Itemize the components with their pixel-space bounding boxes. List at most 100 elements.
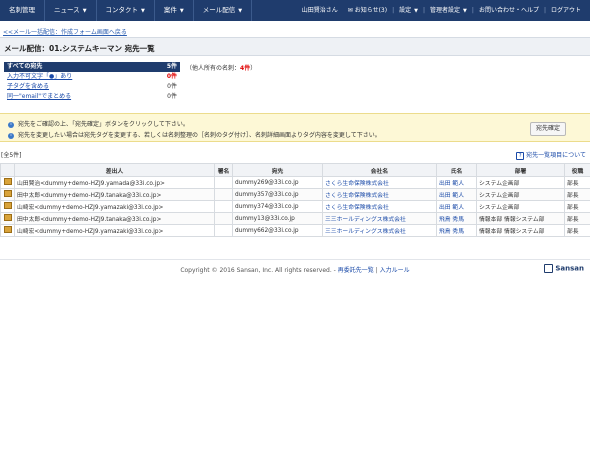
owned-note: （他人所有の名刺：4件）: [186, 63, 256, 72]
cell-icon: [0, 200, 15, 213]
nav-item-1[interactable]: ニュース ▼: [45, 0, 97, 21]
cell-company[interactable]: さくら生命保険株式会社: [322, 200, 437, 213]
filter-item[interactable]: 入力不可文字「●」あり 0件: [4, 72, 180, 82]
cell-sender: 田中太郎<dummy+demo-HZJ9.tanaka@33i.co.jp>: [14, 212, 215, 225]
table-row: 田中太郎<dummy+demo-HZJ9.tanaka@33i.co.jp> du…: [0, 212, 590, 225]
header-title[interactable]: 役職: [564, 163, 590, 177]
cell-title: 部長: [564, 176, 590, 189]
copyright: Copyright © 2016 Sansan, Inc. All rights…: [180, 267, 336, 274]
nav-item-label: コンタクト: [105, 6, 139, 14]
chevron-down-icon: ▼: [179, 8, 184, 14]
owned-prefix: （他人所有の名刺：: [186, 65, 241, 72]
notice-line-2: i 宛先を変更したい場合は宛先タグを変更する、若しくは名刺整理の［名刺のタグ付け］…: [8, 130, 381, 139]
result-count: [全5件]: [1, 152, 22, 159]
cell-company[interactable]: さくら生命保険株式会社: [322, 188, 437, 201]
filter-list: すべての宛先 5件 入力不可文字「●」あり 0件 子タグを含める 0件 同一"email"で…: [4, 62, 180, 102]
page-title: メール配信：01.システムキーマン 宛先一覧: [4, 44, 155, 53]
filter-item[interactable]: 子タグを含める 0件: [4, 82, 180, 92]
top-navigation: 名刺管理 ニュース ▼ コンタクト ▼ 案件 ▼ メール配信 ▼ 山田賢治さん ✉ お知らせ(3…: [0, 0, 590, 21]
cell-department: システム企画部: [476, 176, 565, 189]
header-recipient[interactable]: 宛先: [232, 163, 323, 177]
chevron-down-icon: ▼: [238, 8, 243, 14]
table-row: 山崎宏<dummy+demo-HZJ9.yamazaki@33i.co.jp> d…: [0, 200, 590, 213]
cell-signature: [214, 200, 233, 213]
business-card-icon[interactable]: [3, 226, 12, 233]
filter-item[interactable]: 同一"email"でまとめる 0件: [4, 92, 180, 102]
settings-menu[interactable]: 設定 ▼: [394, 0, 423, 21]
cell-company[interactable]: 三三ホールディングス株式会社: [322, 212, 437, 225]
header-name[interactable]: 氏名: [436, 163, 477, 177]
logo-icon: [544, 264, 554, 273]
logout-link[interactable]: ログアウト: [546, 0, 586, 21]
header-signature[interactable]: 署名: [214, 163, 233, 177]
sansan-logo: Sansan: [544, 264, 584, 273]
cell-name[interactable]: 出田 範人: [436, 176, 477, 189]
notice-line-1: i 宛先をご確認の上、「宛先確定」ボタンをクリックして下さい。: [8, 119, 189, 128]
cell-recipient: dummy269@33i.co.jp: [232, 176, 323, 189]
notice-label: お知らせ(3): [354, 7, 388, 14]
cell-department: 情報本部 情報システム部: [476, 224, 565, 237]
info-icon: i: [8, 132, 14, 139]
header-sender[interactable]: 差出人: [14, 163, 215, 177]
cell-company[interactable]: さくら生命保険株式会社: [322, 176, 437, 189]
cell-company[interactable]: 三三ホールディングス株式会社: [322, 224, 437, 237]
admin-label: 管理者設定: [430, 7, 461, 14]
footer-separator: |: [375, 267, 378, 274]
filter-label: すべての宛先: [7, 63, 43, 70]
table-body: 山田賢治<dummy+demo-HZJ9.yamada@33i.co.jp> du…: [0, 176, 590, 237]
chevron-down-icon: ▼: [414, 8, 418, 14]
cell-name[interactable]: 飛鳥 秀馬: [436, 212, 477, 225]
brand-name: Sansan: [555, 264, 584, 273]
footer-divider: [0, 259, 590, 260]
nav-item-label: ニュース: [54, 6, 80, 14]
notice-text-2: 宛先を変更したい場合は宛先タグを変更する、若しくは名刺整理の［名刺のタグ付け］、…: [18, 132, 381, 139]
header-department[interactable]: 部署: [476, 163, 565, 177]
info-icon: i: [8, 121, 14, 128]
header-company[interactable]: 会社名: [322, 163, 437, 177]
business-card-icon[interactable]: [3, 202, 12, 209]
nav-item-label: メール配信: [202, 6, 236, 14]
nav-item-4[interactable]: メール配信 ▼: [194, 0, 253, 21]
cell-icon: [0, 176, 15, 189]
nav-item-2[interactable]: コンタクト ▼: [97, 0, 155, 21]
table-header: 差出人 署名 宛先 会社名 氏名 部署 役職: [0, 163, 590, 177]
owned-suffix: ）: [250, 65, 257, 72]
nav-item-label: 名刺管理: [9, 6, 35, 14]
question-icon: ?: [516, 152, 525, 160]
subcontractor-link[interactable]: 再委託先一覧: [338, 267, 374, 274]
user-name[interactable]: 山田賢治さん: [297, 0, 343, 21]
cell-title: 部長: [564, 188, 590, 201]
input-rules-link[interactable]: 入力ルール: [380, 267, 410, 274]
header-icon: [0, 163, 15, 177]
cell-name[interactable]: 出田 範人: [436, 200, 477, 213]
business-card-icon[interactable]: [3, 178, 12, 185]
cell-sender: 田中太郎<dummy+demo-HZJ9.tanaka@33i.co.jp>: [14, 188, 215, 201]
business-card-icon[interactable]: [3, 190, 12, 197]
nav-item-3[interactable]: 案件 ▼: [155, 0, 194, 21]
title-bar: メール配信：01.システムキーマン 宛先一覧: [0, 37, 590, 56]
cell-name[interactable]: 飛鳥 秀馬: [436, 224, 477, 237]
filter-count: 0件: [167, 83, 177, 90]
cell-name[interactable]: 出田 範人: [436, 188, 477, 201]
back-link[interactable]: <<メール一括配信：作成フォーム画面へ戻る: [3, 29, 127, 36]
cell-sender: 山田賢治<dummy+demo-HZJ9.yamada@33i.co.jp>: [14, 176, 215, 189]
cell-signature: [214, 188, 233, 201]
business-card-icon[interactable]: [3, 214, 12, 221]
cell-title: 部長: [564, 224, 590, 237]
table-row: 山田賢治<dummy+demo-HZJ9.yamada@33i.co.jp> du…: [0, 176, 590, 189]
notice-link[interactable]: ✉ お知らせ(3): [343, 0, 392, 21]
filter-count: 0件: [167, 93, 177, 100]
column-help-link[interactable]: ? 宛先一覧項目について: [516, 150, 586, 160]
cell-signature: [214, 176, 233, 189]
filter-item[interactable]: すべての宛先 5件: [4, 62, 180, 72]
help-link[interactable]: お問い合わせ・ヘルプ: [474, 0, 544, 21]
confirm-recipients-button[interactable]: 宛先確定: [529, 122, 566, 136]
filter-label: 同一"email"でまとめる: [7, 93, 72, 100]
cell-signature: [214, 224, 233, 237]
cell-icon: [0, 188, 15, 201]
admin-menu[interactable]: 管理者設定 ▼: [425, 0, 472, 21]
main-menu: 名刺管理 ニュース ▼ コンタクト ▼ 案件 ▼ メール配信 ▼: [0, 0, 253, 21]
filter-label: 入力不可文字「●」あり: [7, 73, 73, 80]
cell-department: 情報本部 情報システム部: [476, 212, 565, 225]
nav-item-0[interactable]: 名刺管理: [0, 0, 45, 21]
